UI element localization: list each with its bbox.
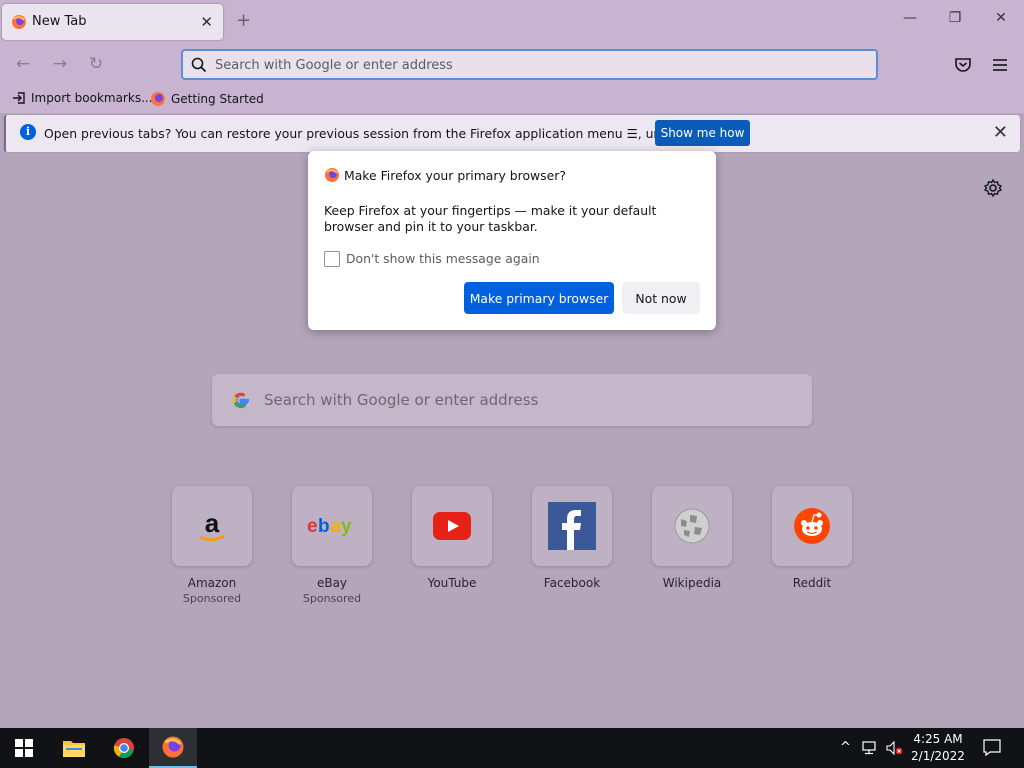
windows-icon [15,739,33,757]
topsite-amazon[interactable]: a Amazon Sponsored [172,486,252,605]
chrome-icon [113,738,134,759]
search-placeholder: Search with Google or enter address [264,391,539,409]
tab-new-tab[interactable]: New Tab ✕ [2,4,223,40]
taskbar-chrome[interactable] [100,728,148,768]
reload-button[interactable]: ↻ [85,53,107,75]
pocket-icon[interactable] [954,56,972,74]
search-icon [191,57,207,73]
clock-date: 2/1/2022 [911,749,965,763]
firefox-icon [325,168,339,182]
topsite-facebook[interactable]: Facebook [532,486,612,592]
topsite-label: Wikipedia [662,576,722,590]
new-tab-search-box[interactable]: Search with Google or enter address [212,374,812,426]
folder-icon [63,741,85,757]
notification-close-icon[interactable]: ✕ [993,122,1008,143]
info-icon: i [20,124,36,140]
svg-text:e: e [307,516,318,537]
window-close-button[interactable]: ✕ [986,10,1016,34]
reddit-icon [794,508,830,544]
dont-show-checkbox[interactable] [324,251,340,267]
navigation-toolbar: ← → ↻ [0,44,1024,85]
gear-icon[interactable] [983,178,1003,198]
hamburger-menu-icon[interactable] [991,56,1009,74]
tab-title: New Tab [32,14,87,29]
system-clock[interactable]: 4:25 AM 2/1/2022 [906,731,970,765]
tray-chevron-icon[interactable]: ^ [840,740,851,755]
url-input[interactable] [215,54,815,76]
bookmark-label: Import bookmarks... [31,91,153,105]
restore-button[interactable]: ❐ [940,10,970,34]
firefox-icon [151,92,165,106]
bookmark-label: Getting Started [171,92,264,106]
start-button[interactable] [0,728,48,768]
topsite-youtube[interactable]: YouTube [412,486,492,592]
sponsored-label: Sponsored [302,592,362,605]
not-now-button[interactable]: Not now [622,282,700,314]
wikipedia-icon [674,508,710,544]
action-center-icon[interactable] [983,739,1001,757]
back-button[interactable]: ← [12,53,34,75]
svg-text:b: b [318,516,330,537]
topsite-label: Amazon [187,576,237,590]
dont-show-label[interactable]: Don't show this message again [346,251,540,266]
taskbar-firefox[interactable] [149,728,197,768]
topsite-label: eBay [316,576,348,590]
url-bar[interactable] [181,49,878,80]
new-tab-button[interactable]: + [236,11,251,31]
minimize-button[interactable]: — [895,10,925,34]
windows-taskbar: ^ 4:25 AM 2/1/2022 [0,728,1024,768]
make-primary-browser-button[interactable]: Make primary browser [464,282,614,314]
svg-text:y: y [341,516,352,537]
bookmarks-toolbar: Import bookmarks... Getting Started [0,85,1024,113]
dialog-title: Make Firefox your primary browser? [344,168,566,183]
topsite-label: YouTube [427,576,477,590]
firefox-icon [12,15,26,29]
tab-strip: New Tab ✕ + — ❐ ✕ [0,0,1024,44]
dialog-body: Keep Firefox at your fingertips — make i… [324,203,657,234]
topsite-ebay[interactable]: e b a y eBay Sponsored [292,486,372,605]
session-restore-notification: i Open previous tabs? You can restore yo… [4,115,1020,152]
taskbar-file-explorer[interactable] [50,728,98,768]
clock-time: 4:25 AM [913,732,963,746]
forward-button[interactable]: → [49,53,71,75]
show-me-how-button[interactable]: Show me how [655,120,750,146]
svg-text:a: a [330,516,341,537]
volume-muted-icon[interactable] [886,741,904,755]
topsite-label: Facebook [543,576,601,590]
import-icon [13,92,25,104]
network-icon[interactable] [862,741,880,755]
youtube-icon [433,512,471,540]
svg-text:a: a [205,508,220,538]
sponsored-label: Sponsored [182,592,242,605]
google-icon [233,392,249,409]
topsite-reddit[interactable]: Reddit [772,486,852,592]
notification-message: Open previous tabs? You can restore your… [44,126,733,141]
ebay-icon: e b a y [307,516,352,537]
topsite-wikipedia[interactable]: Wikipedia [652,486,732,592]
facebook-icon [548,502,596,550]
firefox-icon [162,736,184,758]
topsite-label: Reddit [792,576,832,590]
bookmark-import[interactable]: Import bookmarks... [12,91,153,105]
bookmark-getting-started[interactable]: Getting Started [150,91,264,107]
amazon-icon: a [199,508,225,541]
tab-close-icon[interactable]: ✕ [200,13,213,31]
default-browser-dialog: Make Firefox your primary browser? Keep … [308,151,716,330]
